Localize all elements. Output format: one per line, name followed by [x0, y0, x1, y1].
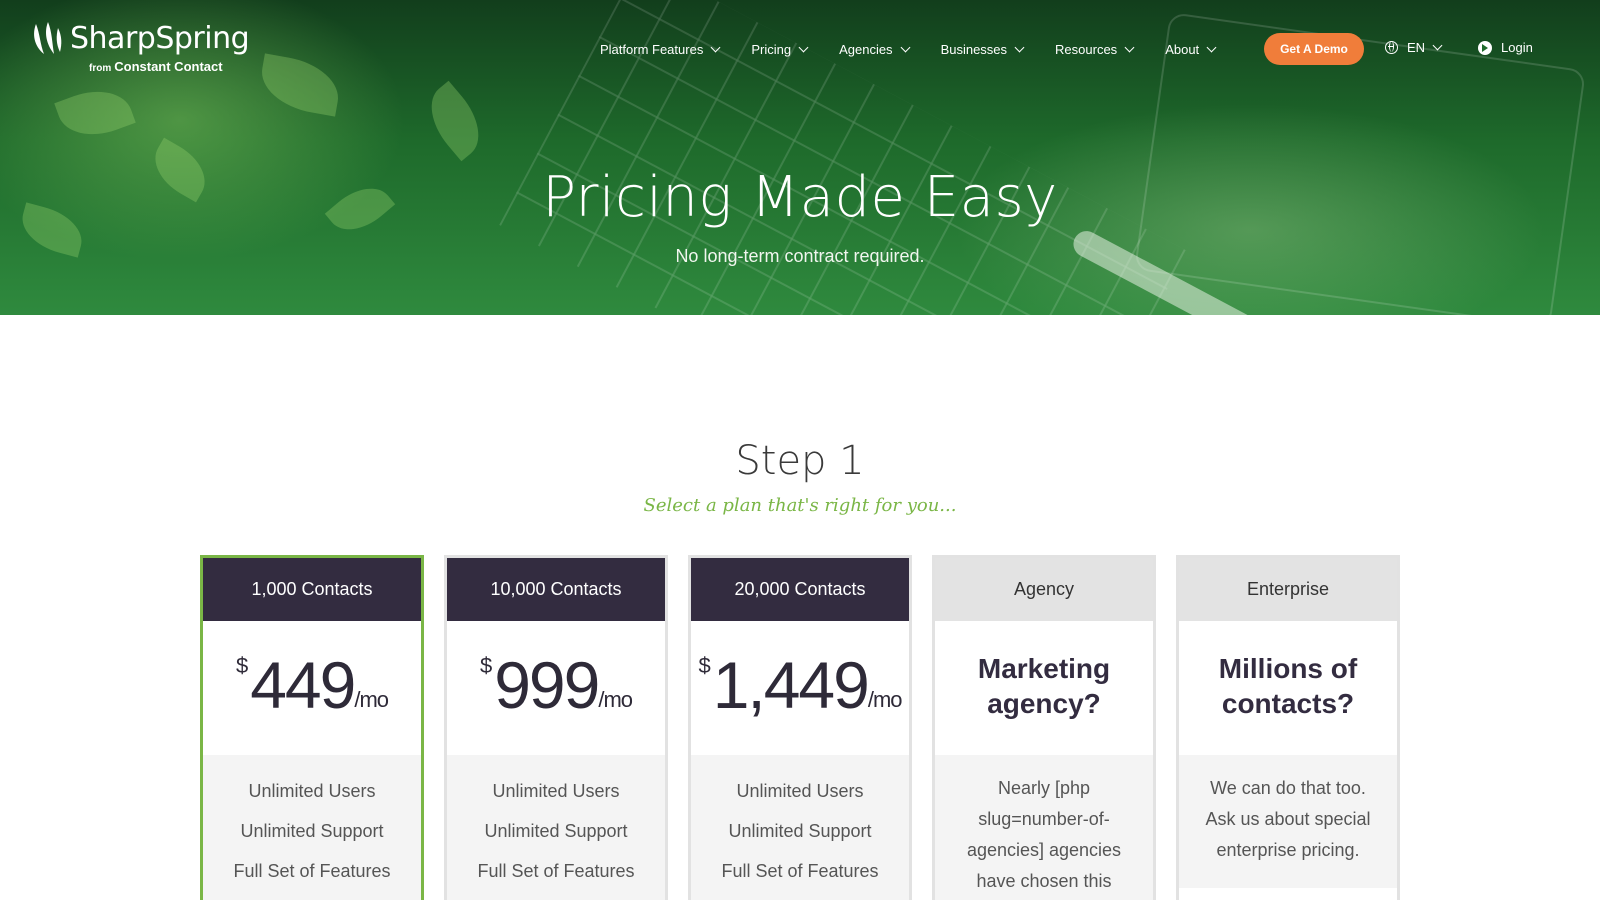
plan-question: Millions of contacts? [1218, 653, 1358, 719]
get-a-demo-button[interactable]: Get A Demo [1264, 33, 1364, 65]
nav-item-platform-features[interactable]: Platform Features [600, 41, 721, 57]
nav-item-pricing[interactable]: Pricing [751, 41, 809, 57]
nav-item-resources[interactable]: Resources [1055, 41, 1135, 57]
plan-feature: Full Set of Features [477, 861, 635, 881]
page-subtitle: No long-term contract required. [675, 246, 925, 266]
login-label: Login [1501, 40, 1533, 55]
plan-price-area: $ 449 /mo [203, 621, 421, 755]
plan-card-agency[interactable]: Agency Marketing agency? Nearly [php slu… [932, 555, 1156, 900]
plan-feature: Unlimited Support [240, 821, 384, 841]
plan-card-1000-contacts[interactable]: 1,000 Contacts $ 449 /mo Unlimited Users… [200, 555, 424, 900]
chevron-down-icon [1124, 42, 1135, 52]
price-amount: 449 [250, 648, 356, 722]
nav-item-label: Resources [1055, 41, 1118, 57]
plan-price: $ 1,449 /mo [691, 649, 909, 721]
plan-features: Unlimited Users Unlimited Support Full S… [203, 755, 421, 895]
price-currency: $ [479, 653, 493, 678]
price-period: /mo [867, 687, 903, 712]
price-period: /mo [354, 687, 389, 712]
language-label: EN [1407, 40, 1426, 55]
page-title: Pricing Made Easy [542, 165, 1058, 230]
login-link[interactable]: Login [1478, 40, 1533, 55]
step-subtitle: Select a plan that's right for you... [643, 495, 957, 516]
plan-card-enterprise[interactable]: Enterprise Millions of contacts? We can … [1176, 555, 1400, 900]
plan-feature: Unlimited Support [484, 821, 628, 841]
price-period: /mo [598, 687, 633, 712]
plan-name: 10,000 Contacts [447, 558, 665, 621]
brand-sub-company: Constant Contact [114, 59, 223, 74]
price-currency: $ [698, 653, 711, 678]
plan-features: Unlimited Users Unlimited Support Full S… [447, 755, 665, 895]
nav-item-businesses[interactable]: Businesses [940, 41, 1025, 57]
chevron-down-icon [798, 42, 809, 52]
plan-name: 1,000 Contacts [203, 558, 421, 621]
login-arrow-icon [1478, 40, 1492, 55]
plan-feature: Full Set of Features [721, 861, 879, 881]
plan-feature: Unlimited Users [736, 781, 864, 801]
plan-feature: Unlimited Users [492, 781, 620, 801]
price-currency: $ [235, 653, 249, 678]
hero-banner: SharpSpring from Constant Contact Platfor… [0, 0, 1600, 315]
plan-question-area: Marketing agency? [935, 621, 1153, 755]
step-title: Step 1 [735, 438, 865, 484]
plan-price: $ 999 /mo [447, 649, 665, 721]
plan-price-area: $ 1,449 /mo [691, 621, 909, 755]
leaf-decoration [54, 79, 136, 147]
chevron-down-icon [900, 42, 911, 52]
brand-sub-from: from [89, 63, 112, 74]
plan-feature: Unlimited Users [248, 781, 376, 801]
chevron-down-icon [710, 42, 721, 52]
price-amount: 1,449 [712, 648, 870, 722]
plan-description: Nearly [php slug=number-of-agencies] age… [966, 778, 1122, 891]
plan-card-20000-contacts[interactable]: 20,000 Contacts $ 1,449 /mo Unlimited Us… [688, 555, 912, 900]
main-nav: Platform Features Pricing Agencies Busin… [600, 33, 1247, 65]
plan-feature: Unlimited Support [728, 821, 872, 841]
chevron-down-icon [1014, 42, 1025, 52]
plan-name: Enterprise [1179, 558, 1397, 621]
globe-icon [1385, 41, 1398, 54]
sharpspring-logo[interactable]: SharpSpring from Constant Contact [30, 18, 250, 74]
leaf-decoration [256, 53, 344, 117]
plan-question: Marketing agency? [977, 653, 1111, 719]
plan-features: Unlimited Users Unlimited Support Full S… [691, 755, 909, 895]
plan-feature: Full Set of Features [233, 861, 391, 881]
brand-subline: from Constant Contact [89, 59, 223, 74]
price-amount: 999 [494, 648, 600, 722]
nav-item-label: About [1165, 41, 1200, 57]
plan-price: $ 449 /mo [203, 649, 421, 721]
nav-item-label: Pricing [751, 41, 792, 57]
nav-item-label: Agencies [839, 41, 893, 57]
chevron-down-icon [1206, 42, 1217, 52]
plan-name: Agency [935, 558, 1153, 621]
leaf-decoration [416, 80, 494, 162]
plan-description: We can do that too. Ask us about special… [1205, 778, 1371, 860]
plan-card-10000-contacts[interactable]: 10,000 Contacts $ 999 /mo Unlimited User… [444, 555, 668, 900]
language-selector[interactable]: EN [1385, 40, 1443, 55]
brand-name: SharpSpring [70, 21, 250, 56]
sharpspring-logo-icon [34, 22, 62, 54]
plan-price-area: $ 999 /mo [447, 621, 665, 755]
nav-item-agencies[interactable]: Agencies [839, 41, 911, 57]
plan-name: 20,000 Contacts [691, 558, 909, 621]
nav-item-about[interactable]: About [1165, 41, 1217, 57]
chevron-down-icon [1432, 40, 1443, 51]
nav-item-label: Platform Features [600, 41, 704, 57]
plan-question-area: Millions of contacts? [1179, 621, 1397, 755]
plan-footer-band [1179, 888, 1397, 900]
nav-item-label: Businesses [940, 41, 1008, 57]
